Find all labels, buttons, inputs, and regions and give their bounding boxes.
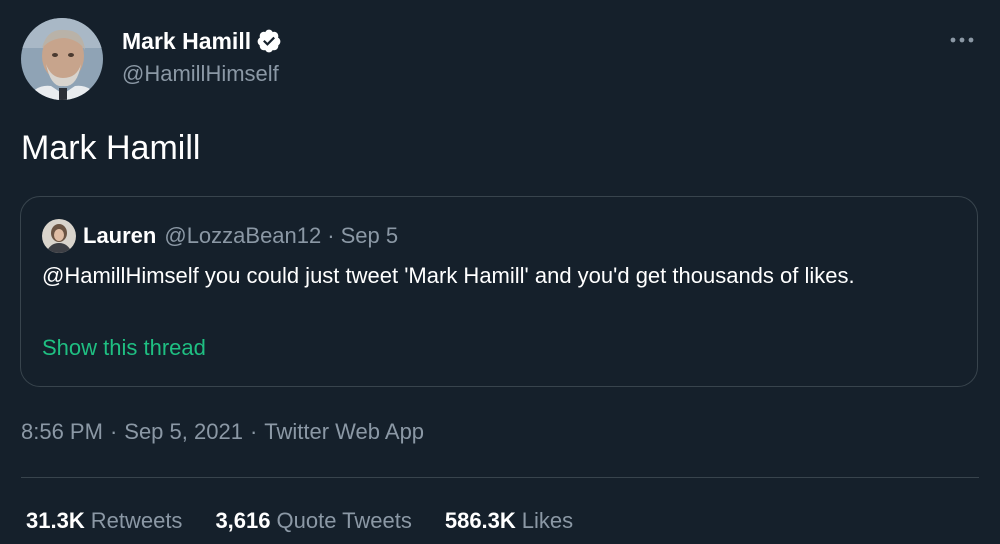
quote-tweets-label: Quote Tweets <box>276 508 412 533</box>
quoted-author-handle: @LozzaBean12 <box>164 223 322 248</box>
avatar-icon <box>21 18 103 100</box>
likes-count: 586.3K <box>444 508 516 533</box>
tweet: Mark Hamill @HamillHimself Mark Hamill L… <box>0 0 1000 544</box>
tweet-date[interactable]: Sep 5, 2021 <box>124 419 243 444</box>
retweets-stat[interactable]: 31.3K Retweets <box>26 508 182 534</box>
retweets-label: Retweets <box>90 508 183 533</box>
quoted-tweet-text: @HamillHimself you could just tweet 'Mar… <box>42 263 855 288</box>
tweet-time[interactable]: 8:56 PM <box>21 419 103 444</box>
quoted-date: Sep 5 <box>340 223 399 248</box>
quote-tweets-stat[interactable]: 3,616 Quote Tweets <box>215 508 411 534</box>
likes-label: Likes <box>521 508 574 533</box>
meta-separator: · <box>109 419 118 444</box>
quoted-tweet-header: Lauren @LozzaBean12 · Sep 5 <box>42 219 398 253</box>
likes-stat[interactable]: 586.3K Likes <box>445 508 573 534</box>
divider <box>21 477 979 478</box>
author-name-row[interactable]: Mark Hamill <box>122 26 282 56</box>
tweet-meta: 8:56 PM · Sep 5, 2021 · Twitter Web App <box>21 419 424 445</box>
quote-tweets-count: 3,616 <box>215 508 271 533</box>
meta-separator: · <box>249 419 258 444</box>
retweets-count: 31.3K <box>26 508 85 533</box>
tweet-stats: 31.3K Retweets 3,616 Quote Tweets 586.3K Li… <box>26 508 606 534</box>
quoted-separator: · <box>327 223 335 248</box>
quoted-tweet[interactable]: Lauren @LozzaBean12 · Sep 5 @HamillHimse… <box>20 196 978 387</box>
quoted-avatar-icon <box>42 219 76 253</box>
verified-badge-icon <box>256 28 282 54</box>
author-name[interactable]: Mark Hamill <box>122 28 251 55</box>
tweet-source[interactable]: Twitter Web App <box>264 419 424 444</box>
tweet-text: Mark Hamill <box>21 129 201 167</box>
show-thread-link[interactable]: Show this thread <box>42 335 206 361</box>
author-avatar[interactable] <box>21 18 103 100</box>
quoted-author-name: Lauren <box>83 223 157 248</box>
more-options-icon[interactable] <box>946 26 978 54</box>
author-handle[interactable]: @HamillHimself <box>122 61 279 87</box>
